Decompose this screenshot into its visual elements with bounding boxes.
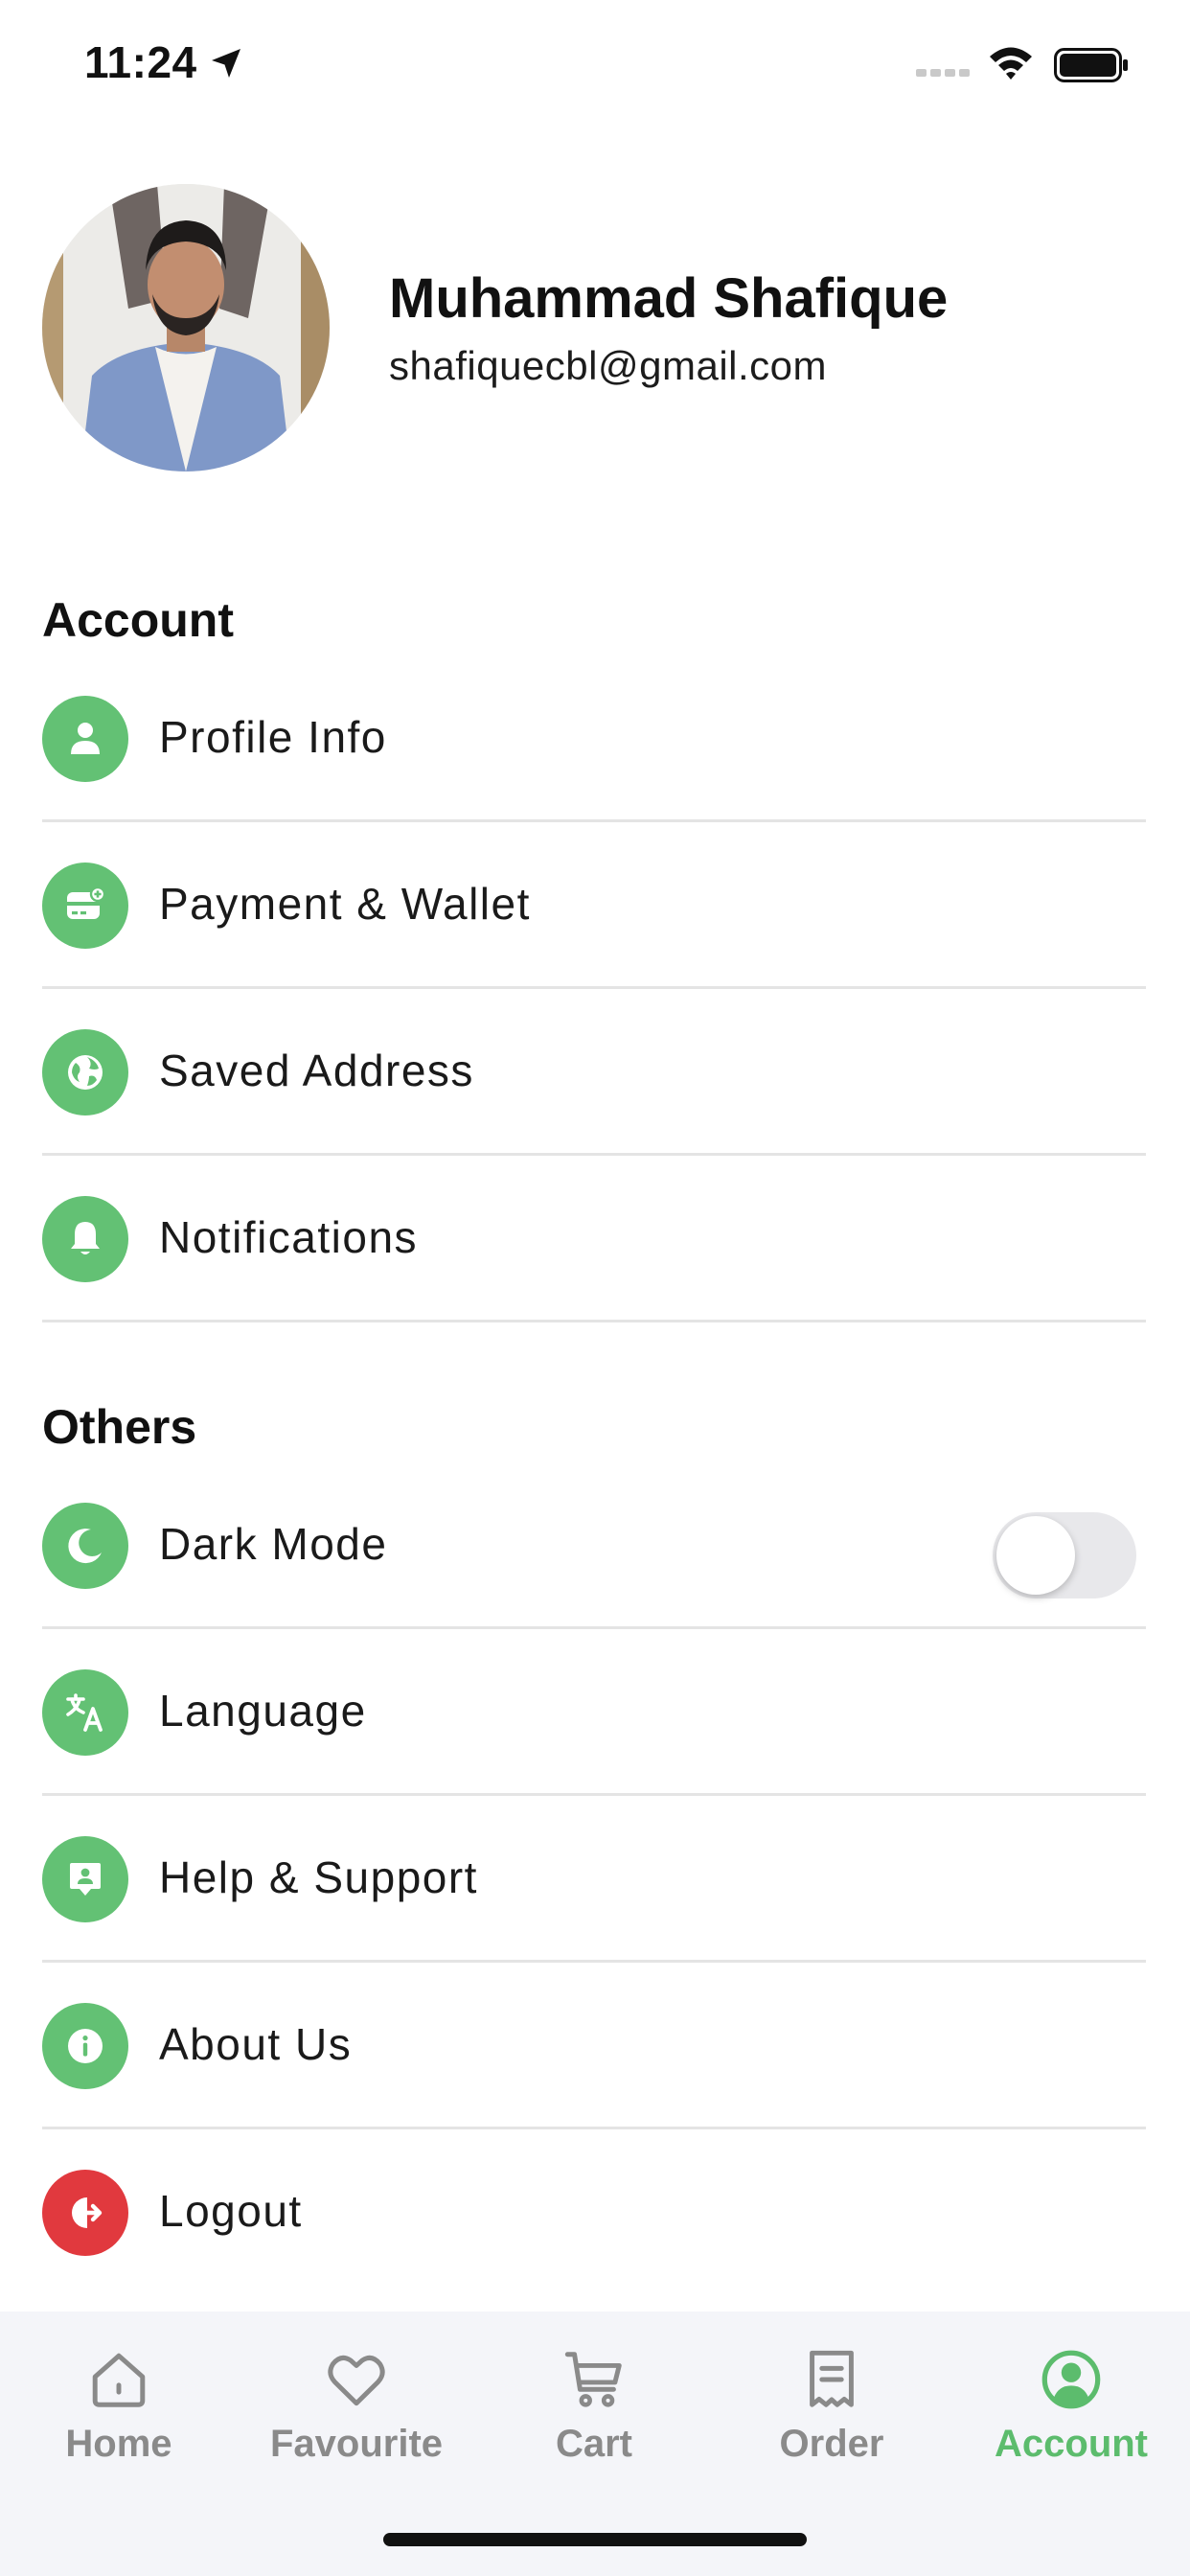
menu-item-help-support[interactable]: Help & Support (42, 1796, 1146, 1963)
toggle-knob (996, 1516, 1075, 1595)
menu-item-logout[interactable]: Logout (42, 2129, 1146, 2296)
section-title-account: Account (42, 593, 234, 647)
cart-icon (564, 2352, 622, 2407)
nav-label: Cart (555, 2423, 633, 2465)
menu-item-label: Help & Support (159, 1852, 478, 1902)
support-icon (42, 1836, 128, 1922)
section-title-others: Others (42, 1400, 197, 1454)
menu-item-label: Saved Address (159, 1046, 474, 1095)
home-indicator (383, 2533, 807, 2546)
location-arrow-icon (212, 49, 240, 78)
receipt-icon (810, 2350, 854, 2407)
logout-icon (42, 2170, 128, 2256)
home-icon (92, 2353, 146, 2407)
globe-icon (42, 1029, 128, 1116)
menu-item-label: Logout (159, 2186, 303, 2236)
translate-icon (42, 1669, 128, 1756)
nav-order[interactable]: Order (713, 2346, 950, 2466)
nav-label: Account (995, 2423, 1148, 2465)
bell-icon (42, 1196, 128, 1282)
profile-name: Muhammad Shafique (389, 267, 949, 330)
nav-home[interactable]: Home (0, 2346, 238, 2466)
nav-cart[interactable]: Cart (475, 2346, 713, 2466)
info-icon (42, 2003, 128, 2089)
nav-label: Favourite (269, 2423, 444, 2465)
nav-label: Order (779, 2423, 884, 2465)
moon-icon (42, 1503, 128, 1589)
cellular-signal-icon (916, 69, 970, 77)
menu-item-payment-wallet[interactable]: Payment & Wallet (42, 822, 1146, 989)
menu-item-notifications[interactable]: Notifications (42, 1156, 1146, 1322)
nav-account[interactable]: Account (952, 2346, 1190, 2466)
status-time: 11:24 (84, 37, 197, 87)
divider (42, 1320, 1146, 1322)
wallet-icon (42, 862, 128, 949)
menu-item-about-us[interactable]: About Us (42, 1963, 1146, 2129)
menu-item-label: About Us (159, 2019, 353, 2069)
menu-item-saved-address[interactable]: Saved Address (42, 989, 1146, 1156)
menu-item-label: Payment & Wallet (159, 879, 531, 929)
account-icon (1041, 2350, 1101, 2409)
profile-email: shafiquecbl@gmail.com (389, 343, 827, 388)
wifi-icon (990, 47, 1032, 80)
heart-icon (328, 2355, 385, 2406)
menu-item-language[interactable]: Language (42, 1629, 1146, 1796)
menu-item-label: Dark Mode (159, 1519, 388, 1569)
menu-item-profile-info[interactable]: Profile Info (42, 656, 1146, 822)
battery-icon (1054, 48, 1128, 82)
menu-item-label: Profile Info (159, 712, 387, 762)
menu-item-dark-mode: Dark Mode (42, 1462, 1146, 1629)
nav-label: Home (65, 2423, 172, 2465)
menu-item-label: Language (159, 1686, 367, 1736)
menu-item-label: Notifications (159, 1212, 419, 1262)
person-icon (42, 696, 128, 782)
avatar[interactable] (42, 184, 330, 472)
nav-favourite[interactable]: Favourite (238, 2346, 475, 2466)
dark-mode-toggle[interactable] (993, 1512, 1136, 1598)
